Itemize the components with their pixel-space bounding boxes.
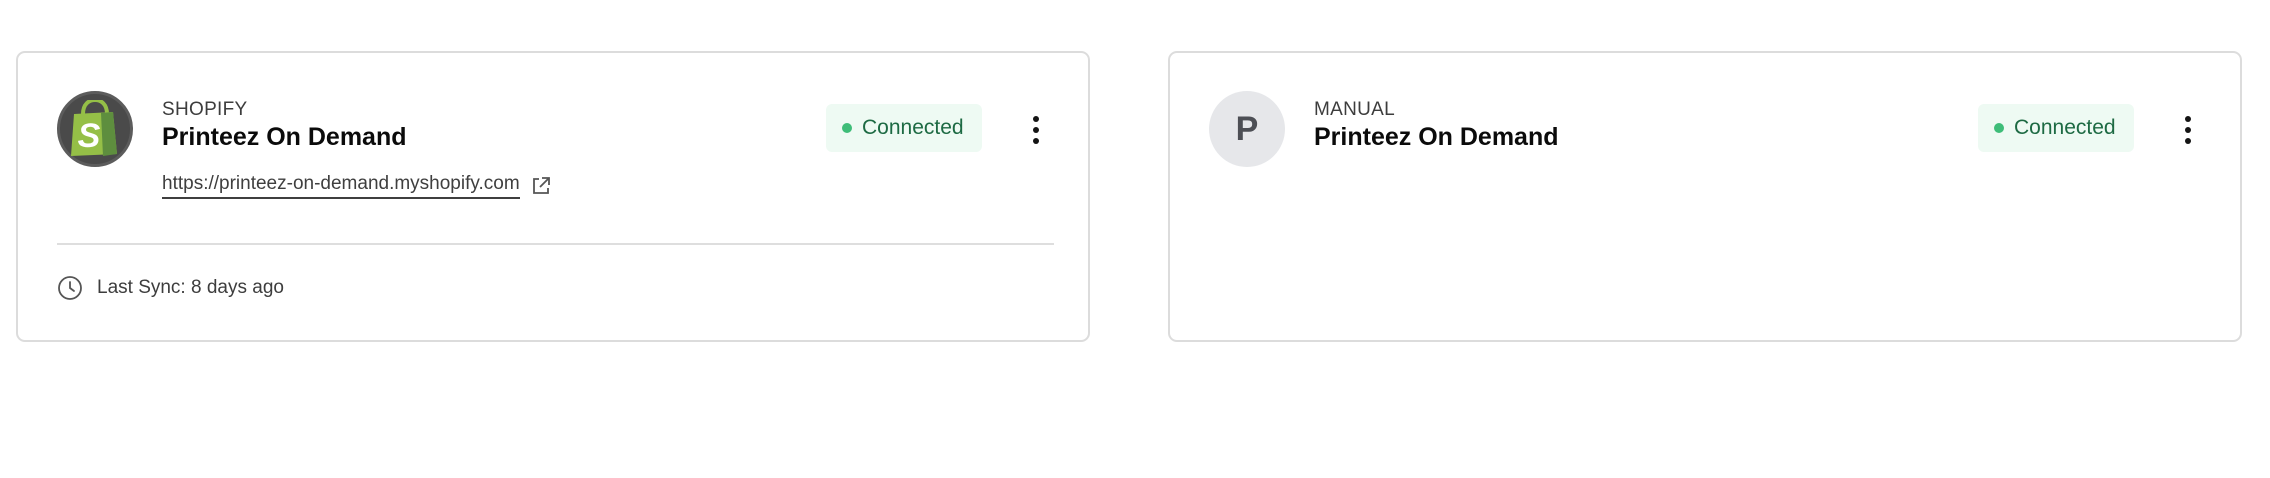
platform-label: MANUAL	[1314, 99, 1395, 120]
status-badge: Connected	[826, 104, 982, 152]
more-options-button[interactable]	[2173, 110, 2203, 150]
status-label: Connected	[2014, 116, 2116, 139]
more-options-button[interactable]	[1021, 110, 1051, 150]
store-name: Printeez On Demand	[1314, 123, 1559, 151]
status-dot-icon	[842, 123, 852, 133]
svg-text:S: S	[78, 117, 101, 155]
store-url-link[interactable]: https://printeez-on-demand.myshopify.com	[162, 173, 552, 199]
integration-card-shopify: S SHOPIFY Printeez On Demand https://pri…	[16, 51, 1090, 342]
kebab-dot	[2185, 116, 2191, 122]
kebab-dot	[1033, 138, 1039, 144]
integration-card-manual: P MANUAL Printeez On Demand Connected	[1168, 51, 2242, 342]
kebab-dot	[2185, 138, 2191, 144]
status-dot-icon	[1994, 123, 2004, 133]
clock-icon	[57, 275, 83, 301]
kebab-dot	[1033, 116, 1039, 122]
status-badge: Connected	[1978, 104, 2134, 152]
external-link-icon[interactable]	[530, 175, 552, 197]
last-sync-text: Last Sync: 8 days ago	[97, 277, 284, 298]
store-name: Printeez On Demand	[162, 123, 407, 151]
card-divider	[57, 243, 1054, 245]
status-label: Connected	[862, 116, 964, 139]
store-avatar: P	[1209, 91, 1285, 167]
kebab-dot	[2185, 127, 2191, 133]
platform-label: SHOPIFY	[162, 99, 248, 120]
shopify-logo-icon: S	[57, 91, 133, 167]
kebab-dot	[1033, 127, 1039, 133]
store-url-text[interactable]: https://printeez-on-demand.myshopify.com	[162, 173, 520, 199]
last-sync-row: Last Sync: 8 days ago	[57, 275, 284, 301]
